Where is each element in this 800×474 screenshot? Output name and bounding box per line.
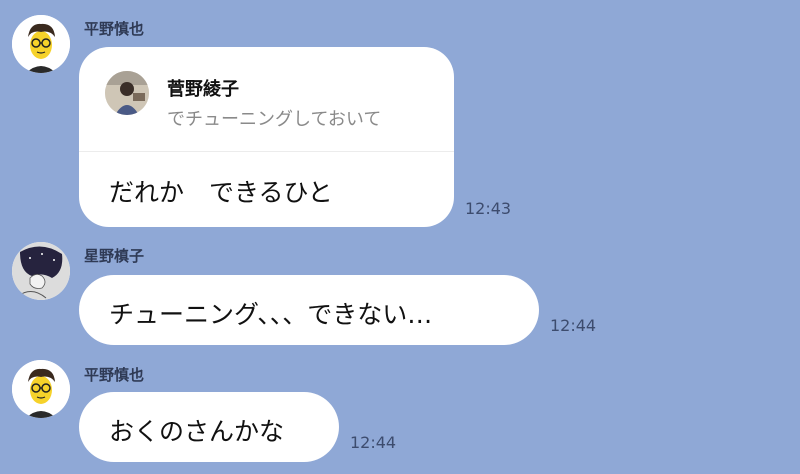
message-time: 12:44 bbox=[550, 316, 597, 335]
message-bubble[interactable]: 菅野綾子 でチューニングしておいて だれか できるひと bbox=[79, 47, 454, 227]
message-time: 12:43 bbox=[465, 199, 512, 218]
reply-preview[interactable]: 菅野綾子 でチューニングしておいて bbox=[79, 47, 454, 152]
message-text: だれか できるひと bbox=[109, 178, 333, 207]
avatar[interactable] bbox=[12, 242, 70, 300]
sender-name: 星野槙子 bbox=[84, 247, 145, 265]
photo-avatar-icon bbox=[105, 71, 149, 115]
cartoon-face-avatar-icon bbox=[12, 15, 70, 73]
message-text: チューニング、、、できない… bbox=[109, 300, 433, 329]
sender-name: 平野慎也 bbox=[84, 366, 145, 384]
message-time: 12:44 bbox=[350, 433, 397, 452]
reply-snippet: でチューニングしておいて bbox=[167, 109, 382, 130]
chat-view: 平野慎也 菅野綾子 でチューニングしておいて だれか できるひと 12:43 星… bbox=[0, 0, 800, 474]
cartoon-face-avatar-icon bbox=[12, 360, 70, 418]
message-bubble[interactable]: おくのさんかな bbox=[79, 392, 339, 462]
sketch-portrait-avatar-icon bbox=[12, 242, 70, 300]
avatar[interactable] bbox=[12, 15, 70, 73]
reply-sender-name: 菅野綾子 bbox=[167, 79, 239, 100]
message-bubble[interactable]: チューニング、、、できない… bbox=[79, 275, 539, 345]
sender-name: 平野慎也 bbox=[84, 20, 145, 38]
message-text: おくのさんかな bbox=[109, 417, 285, 446]
avatar[interactable] bbox=[12, 360, 70, 418]
